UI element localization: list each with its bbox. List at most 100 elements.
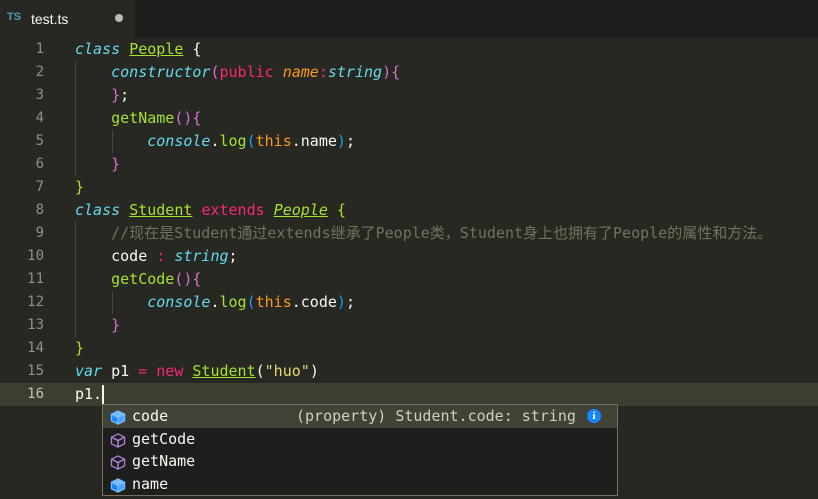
suggest-item-code[interactable]: code (property) Student.code: string i <box>103 405 617 428</box>
line-number: 7 <box>35 179 44 195</box>
code-text[interactable]: getCode(){ <box>75 268 201 291</box>
code-token: ( <box>255 362 265 380</box>
text-cursor <box>102 385 104 404</box>
code-text[interactable]: } <box>75 153 120 176</box>
code-token: ) <box>309 362 319 380</box>
code-token: . <box>210 132 220 150</box>
code-token: Student <box>129 201 193 219</box>
suggest-item-getname[interactable]: getName <box>103 450 617 473</box>
code-text[interactable]: console.log(this.name); <box>75 130 355 153</box>
line-number: 13 <box>27 317 44 333</box>
code-line[interactable]: 8 class Student extends People { <box>0 199 818 222</box>
code-token: ( <box>246 293 256 311</box>
code-token: { <box>192 109 202 127</box>
code-token: ( <box>246 132 256 150</box>
code-text[interactable]: getName(){ <box>75 107 201 130</box>
code-line[interactable]: 5 console.log(this.name); <box>0 130 818 153</box>
suggest-widget[interactable]: code (property) Student.code: string i getC… <box>102 404 618 496</box>
code-token: new <box>156 362 184 380</box>
code-line[interactable]: 2 constructor(public name:string){ <box>0 61 818 84</box>
code-token: extends <box>201 201 265 219</box>
code-line[interactable]: 9 //现在是Student通过extends继承了People类，Studen… <box>0 222 818 245</box>
method-cube-icon <box>110 454 126 470</box>
tab-file-name: test.ts <box>31 11 69 27</box>
method-cube-icon <box>110 432 126 448</box>
code-token: People <box>273 201 328 219</box>
code-token: p1. <box>75 385 103 403</box>
field-cube-icon <box>110 477 126 493</box>
line-number: 10 <box>27 248 44 264</box>
line-number: 12 <box>27 294 44 310</box>
code-token: constructor <box>111 63 211 81</box>
code-token: string <box>174 247 229 265</box>
code-token: = <box>138 362 148 380</box>
code-line[interactable]: 16 p1. <box>0 383 818 406</box>
code-token: } <box>111 316 121 334</box>
suggest-item-getcode[interactable]: getCode <box>103 428 617 451</box>
code-token: .name <box>291 132 337 150</box>
code-token: var <box>75 362 103 380</box>
code-token: name <box>282 63 319 81</box>
code-token: class <box>75 40 121 58</box>
code-text[interactable]: } <box>75 176 84 199</box>
code-text[interactable]: constructor(public name:string){ <box>75 61 400 84</box>
code-line[interactable]: 12 console.log(this.code); <box>0 291 818 314</box>
code-text[interactable]: } <box>75 314 120 337</box>
code-line[interactable]: 6 } <box>0 153 818 176</box>
code-line[interactable]: 1 class People { <box>0 38 818 61</box>
tab-bar: TS test.ts <box>0 0 818 38</box>
code-text[interactable]: class Student extends People { <box>75 199 346 222</box>
field-cube-icon <box>110 409 126 425</box>
code-text[interactable]: class People { <box>75 38 201 61</box>
suggest-label: getName <box>132 452 196 470</box>
line-number: 8 <box>35 202 44 218</box>
code-token: } <box>75 339 85 357</box>
code-text[interactable]: console.log(this.code); <box>75 291 355 314</box>
code-text[interactable]: p1. <box>75 383 102 406</box>
code-token: //现在是Student通过extends继承了People类，Student身… <box>111 224 773 242</box>
code-text[interactable]: //现在是Student通过extends继承了People类，Student身… <box>75 222 772 245</box>
code-token: ) <box>336 132 346 150</box>
code-token: ; <box>228 247 238 265</box>
code-token: p1 <box>102 362 139 380</box>
code-line[interactable]: 4 getName(){ <box>0 107 818 130</box>
code-text[interactable]: var p1 = new Student("huo") <box>75 360 319 383</box>
code-token: console <box>147 132 211 150</box>
code-text[interactable]: }; <box>75 84 129 107</box>
code-line[interactable]: 3 }; <box>0 84 818 107</box>
suggest-detail: (property) Student.code: string <box>296 407 576 425</box>
info-icon[interactable]: i <box>587 409 601 423</box>
code-text[interactable]: } <box>75 337 84 360</box>
suggest-item-name[interactable]: name <box>103 473 617 496</box>
unsaved-dot-icon[interactable] <box>115 14 123 22</box>
code-line[interactable]: 10 code : string; <box>0 245 818 268</box>
code-token: code <box>75 247 157 265</box>
code-token: : <box>156 247 166 265</box>
code-token: log <box>219 132 247 150</box>
code-token: class <box>75 201 121 219</box>
code-token: this <box>255 293 292 311</box>
code-text[interactable]: code : string; <box>75 245 238 268</box>
code-token: string <box>327 63 383 81</box>
code-token: getName <box>111 109 175 127</box>
code-line[interactable]: 14} <box>0 337 818 360</box>
code-line[interactable]: 7} <box>0 176 818 199</box>
code-line[interactable]: 11 getCode(){ <box>0 268 818 291</box>
code-line[interactable]: 15 var p1 = new Student("huo") <box>0 360 818 383</box>
line-number: 6 <box>35 156 44 172</box>
tab-test-ts[interactable]: TS test.ts <box>0 0 135 38</box>
line-number: 14 <box>27 340 44 356</box>
code-line[interactable]: 13 } <box>0 314 818 337</box>
